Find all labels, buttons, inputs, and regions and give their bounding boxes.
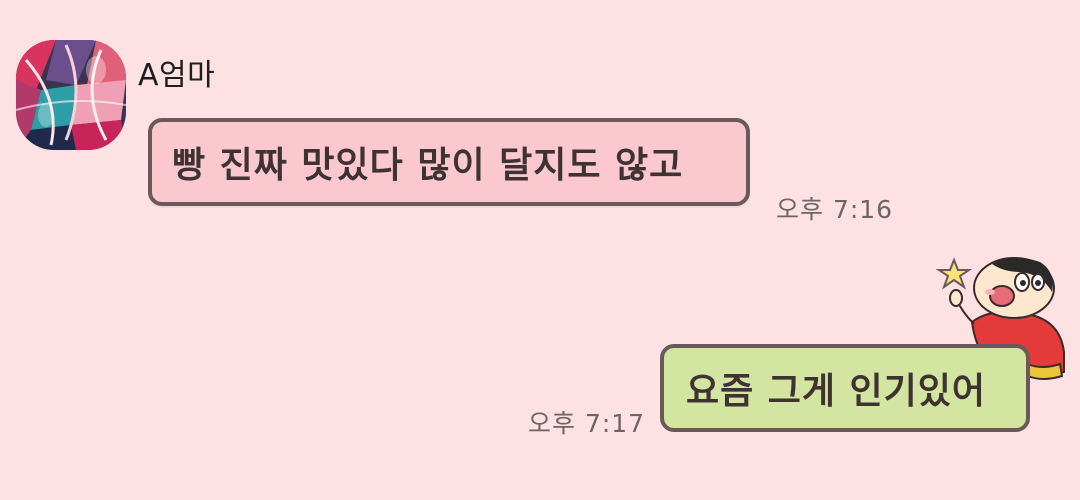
abstract-avatar-icon bbox=[16, 40, 126, 150]
message-text: 빵 진짜 맛있다 많이 달지도 않고 bbox=[172, 145, 684, 186]
received-message-bubble[interactable]: 빵 진짜 맛있다 많이 달지도 않고 bbox=[148, 118, 750, 206]
contact-name: A엄마 bbox=[138, 58, 216, 93]
message-timestamp: 오후 7:17 bbox=[528, 409, 646, 438]
sent-message-bubble[interactable]: 요즘 그게 인기있어 bbox=[660, 344, 1030, 432]
message-text: 요즘 그게 인기있어 bbox=[686, 371, 987, 412]
message-timestamp: 오후 7:16 bbox=[776, 195, 894, 224]
contact-avatar[interactable] bbox=[16, 40, 126, 150]
